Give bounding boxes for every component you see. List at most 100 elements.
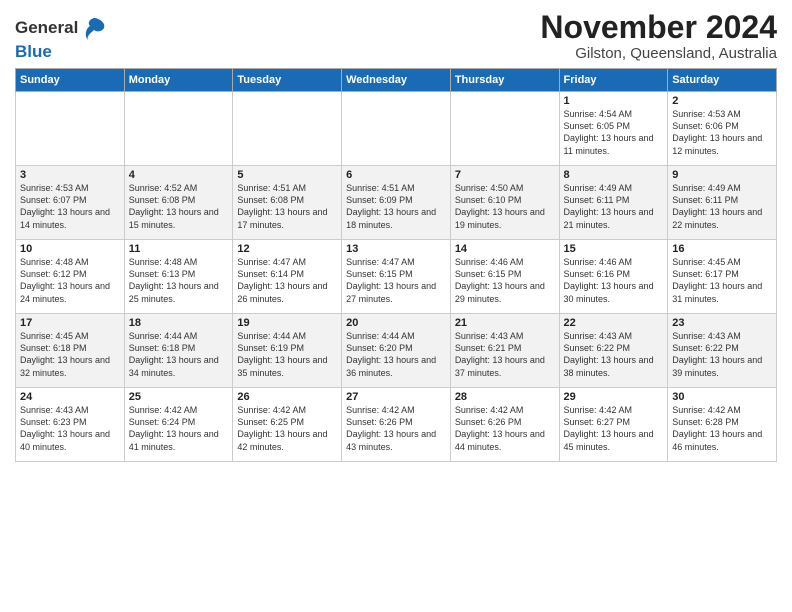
day-number: 25 [129,391,229,403]
day-info: Sunrise: 4:46 AM Sunset: 6:15 PM Dayligh… [455,256,555,305]
day-number: 30 [672,391,772,403]
weekday-header-wednesday: Wednesday [342,69,451,92]
day-info: Sunrise: 4:48 AM Sunset: 6:12 PM Dayligh… [20,256,120,305]
day-number: 23 [672,317,772,329]
calendar-cell: 11Sunrise: 4:48 AM Sunset: 6:13 PM Dayli… [124,240,233,314]
calendar-table: SundayMondayTuesdayWednesdayThursdayFrid… [15,68,777,462]
weekday-header-tuesday: Tuesday [233,69,342,92]
calendar-cell: 20Sunrise: 4:44 AM Sunset: 6:20 PM Dayli… [342,314,451,388]
calendar-cell: 22Sunrise: 4:43 AM Sunset: 6:22 PM Dayli… [559,314,668,388]
day-number: 27 [346,391,446,403]
day-info: Sunrise: 4:47 AM Sunset: 6:15 PM Dayligh… [346,256,446,305]
day-number: 7 [455,169,555,181]
logo: General Blue [15,14,108,62]
header: General Blue November 2024 Gilston, Quee… [15,10,777,62]
calendar-cell: 3Sunrise: 4:53 AM Sunset: 6:07 PM Daylig… [16,166,125,240]
calendar-cell: 28Sunrise: 4:42 AM Sunset: 6:26 PM Dayli… [450,388,559,462]
day-info: Sunrise: 4:49 AM Sunset: 6:11 PM Dayligh… [672,182,772,231]
day-info: Sunrise: 4:45 AM Sunset: 6:18 PM Dayligh… [20,330,120,379]
calendar-cell: 6Sunrise: 4:51 AM Sunset: 6:09 PM Daylig… [342,166,451,240]
day-info: Sunrise: 4:53 AM Sunset: 6:06 PM Dayligh… [672,108,772,157]
day-number: 18 [129,317,229,329]
weekday-header-friday: Friday [559,69,668,92]
day-number: 8 [564,169,664,181]
day-number: 9 [672,169,772,181]
calendar-week-row: 1Sunrise: 4:54 AM Sunset: 6:05 PM Daylig… [16,92,777,166]
day-number: 21 [455,317,555,329]
logo-bird-icon [80,14,108,42]
day-info: Sunrise: 4:43 AM Sunset: 6:23 PM Dayligh… [20,404,120,453]
day-number: 1 [564,95,664,107]
day-number: 12 [237,243,337,255]
day-number: 29 [564,391,664,403]
calendar-cell: 17Sunrise: 4:45 AM Sunset: 6:18 PM Dayli… [16,314,125,388]
day-info: Sunrise: 4:47 AM Sunset: 6:14 PM Dayligh… [237,256,337,305]
day-info: Sunrise: 4:42 AM Sunset: 6:24 PM Dayligh… [129,404,229,453]
calendar-cell: 4Sunrise: 4:52 AM Sunset: 6:08 PM Daylig… [124,166,233,240]
calendar-cell: 19Sunrise: 4:44 AM Sunset: 6:19 PM Dayli… [233,314,342,388]
day-info: Sunrise: 4:43 AM Sunset: 6:22 PM Dayligh… [564,330,664,379]
calendar-cell: 25Sunrise: 4:42 AM Sunset: 6:24 PM Dayli… [124,388,233,462]
calendar-cell: 12Sunrise: 4:47 AM Sunset: 6:14 PM Dayli… [233,240,342,314]
calendar-cell: 16Sunrise: 4:45 AM Sunset: 6:17 PM Dayli… [668,240,777,314]
day-info: Sunrise: 4:52 AM Sunset: 6:08 PM Dayligh… [129,182,229,231]
day-number: 13 [346,243,446,255]
weekday-header-monday: Monday [124,69,233,92]
day-number: 4 [129,169,229,181]
day-info: Sunrise: 4:48 AM Sunset: 6:13 PM Dayligh… [129,256,229,305]
day-info: Sunrise: 4:44 AM Sunset: 6:20 PM Dayligh… [346,330,446,379]
calendar-cell: 8Sunrise: 4:49 AM Sunset: 6:11 PM Daylig… [559,166,668,240]
day-number: 16 [672,243,772,255]
calendar-week-row: 24Sunrise: 4:43 AM Sunset: 6:23 PM Dayli… [16,388,777,462]
logo-text: General Blue [15,14,108,62]
day-info: Sunrise: 4:44 AM Sunset: 6:18 PM Dayligh… [129,330,229,379]
calendar-week-row: 3Sunrise: 4:53 AM Sunset: 6:07 PM Daylig… [16,166,777,240]
calendar-cell [450,92,559,166]
weekday-header-sunday: Sunday [16,69,125,92]
day-number: 2 [672,95,772,107]
day-info: Sunrise: 4:43 AM Sunset: 6:21 PM Dayligh… [455,330,555,379]
day-info: Sunrise: 4:53 AM Sunset: 6:07 PM Dayligh… [20,182,120,231]
day-info: Sunrise: 4:46 AM Sunset: 6:16 PM Dayligh… [564,256,664,305]
calendar-cell: 15Sunrise: 4:46 AM Sunset: 6:16 PM Dayli… [559,240,668,314]
day-info: Sunrise: 4:44 AM Sunset: 6:19 PM Dayligh… [237,330,337,379]
day-number: 3 [20,169,120,181]
day-info: Sunrise: 4:50 AM Sunset: 6:10 PM Dayligh… [455,182,555,231]
day-info: Sunrise: 4:51 AM Sunset: 6:08 PM Dayligh… [237,182,337,231]
calendar-cell [16,92,125,166]
day-info: Sunrise: 4:42 AM Sunset: 6:25 PM Dayligh… [237,404,337,453]
day-number: 10 [20,243,120,255]
calendar-week-row: 17Sunrise: 4:45 AM Sunset: 6:18 PM Dayli… [16,314,777,388]
day-info: Sunrise: 4:43 AM Sunset: 6:22 PM Dayligh… [672,330,772,379]
calendar-week-row: 10Sunrise: 4:48 AM Sunset: 6:12 PM Dayli… [16,240,777,314]
day-info: Sunrise: 4:42 AM Sunset: 6:28 PM Dayligh… [672,404,772,453]
day-number: 26 [237,391,337,403]
day-number: 20 [346,317,446,329]
calendar-cell: 13Sunrise: 4:47 AM Sunset: 6:15 PM Dayli… [342,240,451,314]
calendar-cell: 1Sunrise: 4:54 AM Sunset: 6:05 PM Daylig… [559,92,668,166]
page-container: General Blue November 2024 Gilston, Quee… [0,0,792,467]
day-info: Sunrise: 4:42 AM Sunset: 6:26 PM Dayligh… [346,404,446,453]
calendar-cell: 30Sunrise: 4:42 AM Sunset: 6:28 PM Dayli… [668,388,777,462]
day-number: 11 [129,243,229,255]
location: Gilston, Queensland, Australia [540,45,777,62]
day-number: 6 [346,169,446,181]
title-block: November 2024 Gilston, Queensland, Austr… [540,10,777,62]
calendar-cell: 9Sunrise: 4:49 AM Sunset: 6:11 PM Daylig… [668,166,777,240]
day-info: Sunrise: 4:45 AM Sunset: 6:17 PM Dayligh… [672,256,772,305]
calendar-cell [233,92,342,166]
day-number: 28 [455,391,555,403]
month-title: November 2024 [540,10,777,45]
weekday-header-thursday: Thursday [450,69,559,92]
day-number: 15 [564,243,664,255]
logo-blue: Blue [15,42,52,61]
calendar-cell: 5Sunrise: 4:51 AM Sunset: 6:08 PM Daylig… [233,166,342,240]
day-info: Sunrise: 4:42 AM Sunset: 6:27 PM Dayligh… [564,404,664,453]
calendar-cell [342,92,451,166]
day-number: 22 [564,317,664,329]
day-number: 14 [455,243,555,255]
calendar-cell: 26Sunrise: 4:42 AM Sunset: 6:25 PM Dayli… [233,388,342,462]
calendar-cell: 2Sunrise: 4:53 AM Sunset: 6:06 PM Daylig… [668,92,777,166]
weekday-header-row: SundayMondayTuesdayWednesdayThursdayFrid… [16,69,777,92]
day-info: Sunrise: 4:42 AM Sunset: 6:26 PM Dayligh… [455,404,555,453]
